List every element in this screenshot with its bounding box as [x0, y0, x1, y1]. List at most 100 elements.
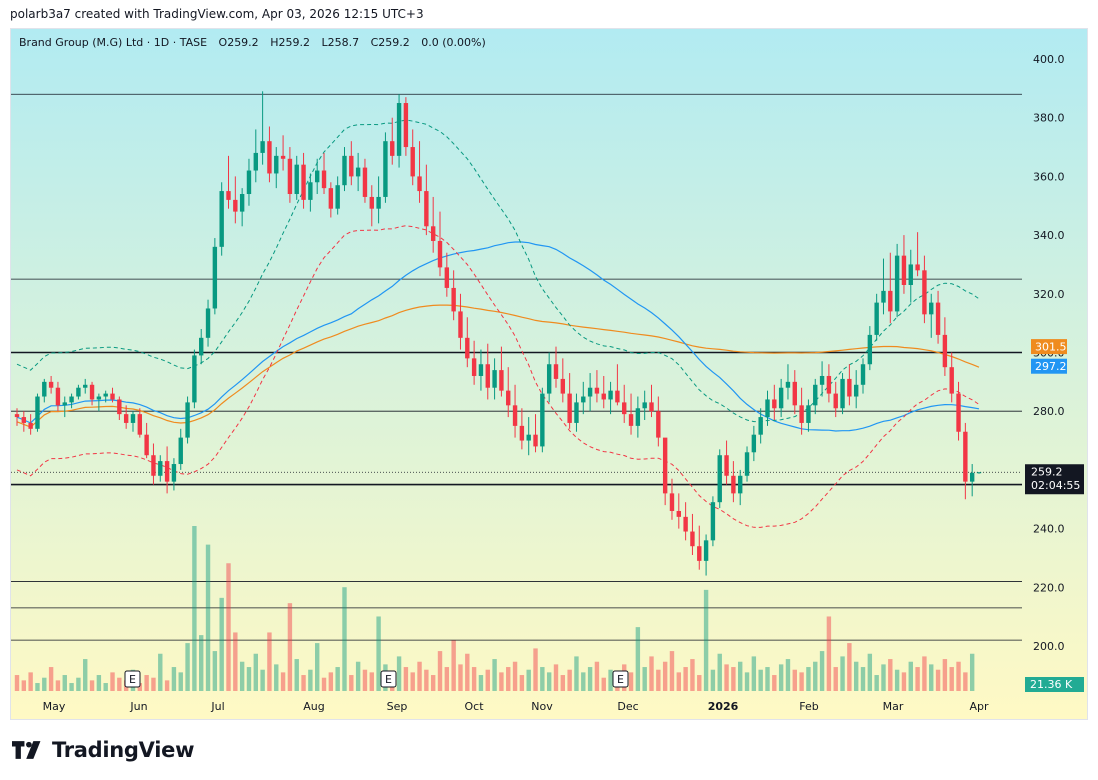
y-tick-label: 240.0	[1033, 523, 1065, 536]
volume-bar	[103, 683, 108, 691]
candle-body	[840, 378, 845, 409]
candle-body	[451, 287, 456, 312]
candle-body	[724, 455, 729, 476]
candle-body	[683, 516, 688, 532]
candle-body	[246, 170, 252, 195]
volume-bar	[608, 669, 613, 691]
volume-bar	[724, 664, 729, 691]
candle-body	[649, 402, 654, 412]
y-tick-label: 280.0	[1033, 405, 1065, 418]
candle-body	[622, 402, 627, 415]
volume-bar	[396, 656, 402, 691]
volume-bar	[772, 675, 777, 691]
volume-bar	[267, 632, 272, 691]
tradingview-logo[interactable]: TradingView	[12, 738, 194, 762]
volume-bar	[628, 672, 634, 691]
candle-body	[813, 384, 818, 406]
candle-body	[778, 387, 784, 409]
volume-bar	[662, 661, 668, 691]
y-tick-label: 380.0	[1033, 112, 1065, 125]
volume-bar	[410, 672, 415, 691]
volume-bar	[342, 587, 347, 691]
x-tick-label: Oct	[464, 700, 484, 713]
volume-bar	[164, 680, 170, 691]
candle-body	[171, 464, 177, 482]
earnings-marker-label: E	[385, 673, 392, 686]
candle-body	[185, 402, 190, 438]
candle-body	[458, 311, 463, 338]
volume-bar	[894, 669, 900, 691]
volume-bar	[260, 669, 265, 691]
volume-bar	[778, 664, 784, 691]
candle-body	[526, 434, 531, 441]
volume-bar	[942, 659, 948, 691]
volume-bar	[301, 675, 306, 691]
volume-bar	[144, 675, 149, 691]
chart-pane[interactable]: 400.0380.0360.0340.0320.0300.0280.0260.0…	[10, 28, 1088, 720]
volume-bar	[840, 656, 845, 691]
volume-bar	[785, 659, 791, 691]
volume-bar	[963, 672, 968, 691]
volume-bar	[314, 643, 320, 691]
earnings-marker-label: E	[129, 673, 136, 686]
x-tick-label: Dec	[617, 700, 638, 713]
candle-body	[48, 381, 54, 388]
candle-body	[519, 425, 525, 441]
candle-body	[144, 434, 149, 456]
candle-body	[676, 510, 682, 517]
volume-bar	[171, 667, 177, 691]
candle-body	[151, 455, 156, 476]
candle-body	[615, 390, 620, 403]
volume-bar	[355, 661, 361, 691]
candle-body	[192, 355, 197, 403]
x-tick-label: Mar	[883, 700, 904, 713]
volume-bar	[55, 680, 61, 691]
candle-body	[963, 431, 968, 482]
candle-body	[403, 103, 409, 148]
volume-bar	[42, 677, 47, 691]
candle-body	[21, 417, 27, 423]
candle-body	[533, 434, 538, 447]
volume-bar	[567, 669, 572, 691]
volume-bar	[929, 664, 934, 691]
candle-body	[89, 384, 95, 400]
candle-body	[274, 155, 279, 174]
volume-bar	[308, 669, 313, 691]
candle-body	[328, 188, 334, 209]
volume-bar	[669, 651, 675, 691]
candle-body	[642, 402, 647, 409]
volume-bar	[744, 672, 750, 691]
candle-body	[922, 270, 927, 315]
price-chart[interactable]: 400.0380.0360.0340.0320.0300.0280.0260.0…	[11, 29, 1087, 719]
volume-bar	[649, 656, 654, 691]
x-tick-label: Sep	[387, 700, 408, 713]
volume-bar	[703, 589, 709, 691]
volume-bar	[587, 667, 593, 691]
x-tick-label: May	[43, 700, 66, 713]
legend-low: L258.7	[321, 36, 359, 49]
volume-bar	[21, 680, 27, 691]
candle-body	[758, 417, 763, 435]
volume-bar	[96, 675, 102, 691]
candle-body	[929, 302, 934, 315]
volume-bar	[424, 669, 429, 691]
candle-body	[103, 393, 108, 397]
candle-body	[587, 387, 593, 397]
volume-bar	[949, 667, 954, 691]
volume-bar	[888, 659, 893, 691]
candle-body	[437, 240, 443, 268]
candle-body	[226, 191, 231, 200]
volume-bar	[89, 680, 95, 691]
candle-body	[62, 402, 67, 406]
candle-body	[806, 405, 811, 423]
volume-bar	[151, 677, 156, 691]
volume-bar	[280, 672, 286, 691]
volume-bar	[697, 675, 702, 691]
candle-body	[976, 472, 982, 474]
candle-body	[853, 384, 859, 397]
candle-body	[935, 302, 941, 335]
volume-bar	[253, 653, 258, 691]
volume-bar	[226, 563, 231, 691]
volume-bar	[492, 659, 497, 691]
candle-body	[731, 475, 736, 494]
